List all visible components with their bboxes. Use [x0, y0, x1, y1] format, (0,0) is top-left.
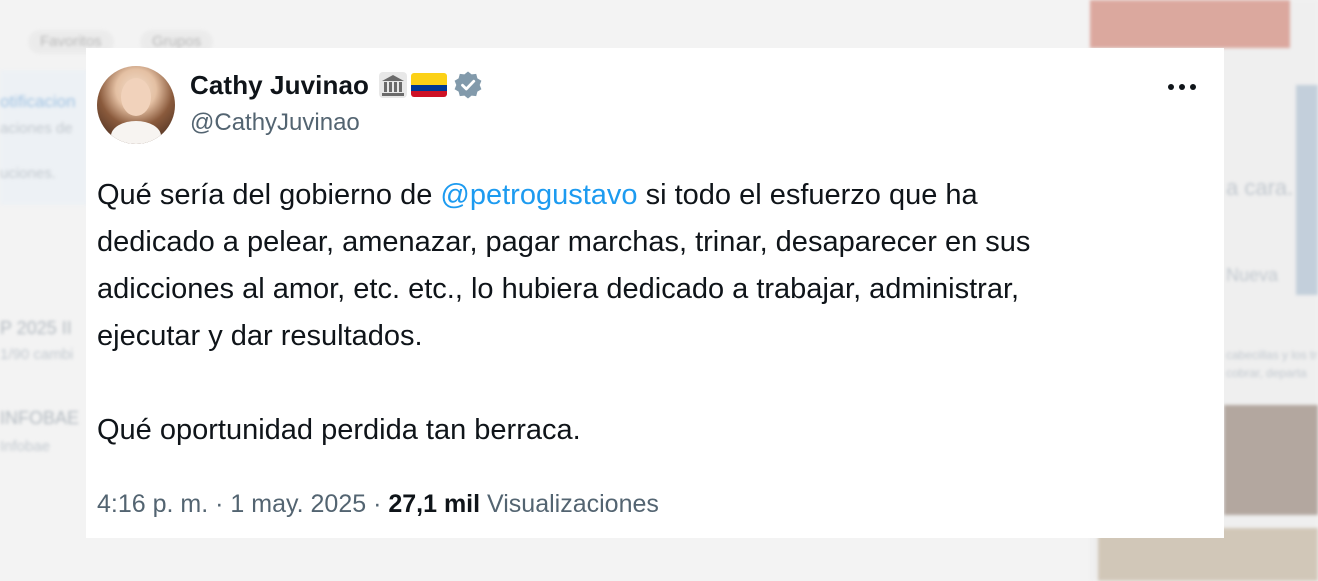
tweet-time[interactable]: 4:16 p. m. [97, 490, 208, 518]
views-label: Visualizaciones [480, 490, 659, 518]
bg-text: uciones. [0, 165, 56, 182]
tweet-text-line: adicciones al amor, etc. etc., lo hubier… [97, 273, 1020, 305]
bg-text: otificacion [0, 92, 76, 111]
tweet-text-line: Qué sería del gobierno de @petrogustavo … [97, 172, 1207, 219]
bg-image [1090, 0, 1290, 48]
avatar[interactable] [97, 66, 175, 144]
author-display-name[interactable]: Cathy Juvinao [190, 70, 369, 101]
more-options-button[interactable] [1162, 72, 1202, 102]
avatar-shirt [111, 121, 161, 144]
tweet-meta: 4:16 p. m. · 1 may. 2025 · 27,1 mil Visu… [97, 490, 659, 519]
bg-text: INFOBAE [0, 408, 80, 428]
bg-image [1296, 85, 1318, 295]
more-icon [1168, 84, 1196, 90]
bg-text: aciones de [0, 120, 73, 137]
meta-separator: · [366, 490, 389, 518]
bg-image [1224, 405, 1318, 515]
bg-text: Infobae [0, 438, 51, 455]
tweet-date[interactable]: 1 may. 2025 [230, 490, 366, 518]
meta-separator: · [208, 490, 231, 518]
views-count: 27,1 mil [388, 490, 481, 518]
tweet-text-segment: si todo el esfuerzo que ha [637, 179, 978, 211]
verified-badge-icon[interactable] [453, 70, 483, 100]
author-name-row: Cathy Juvinao [190, 70, 483, 100]
bg-text: 1/90 cambi [0, 346, 74, 363]
tweet-text-line: Qué oportunidad perdida tan berraca. [97, 414, 581, 446]
colombia-flag-icon [411, 73, 448, 97]
bg-text: P 2025 II [0, 318, 72, 338]
tweet-text-segment: Qué sería del gobierno de [97, 179, 441, 211]
tweet-card: Cathy Juvinao @CathyJuvinao Qué sería de… [86, 48, 1224, 538]
bg-text: a cara. [1226, 175, 1294, 200]
bg-text: cobrar, departa [1226, 366, 1307, 380]
mention-link[interactable]: @petrogustavo [440, 179, 637, 211]
bg-text: cabecillas y los tra [1226, 348, 1318, 362]
avatar-face [121, 78, 151, 116]
tweet-text: Qué sería del gobierno de @petrogustavo … [97, 172, 1207, 454]
bank-icon [379, 72, 408, 98]
tweet-text-line: ejecutar y dar resultados. [97, 320, 423, 352]
author-handle[interactable]: @CathyJuvinao [190, 109, 360, 137]
bg-notification-panel [0, 70, 88, 205]
tweet-text-line: dedicado a pelear, amenazar, pagar march… [97, 226, 1031, 258]
bg-text: Nueva [1226, 265, 1279, 285]
